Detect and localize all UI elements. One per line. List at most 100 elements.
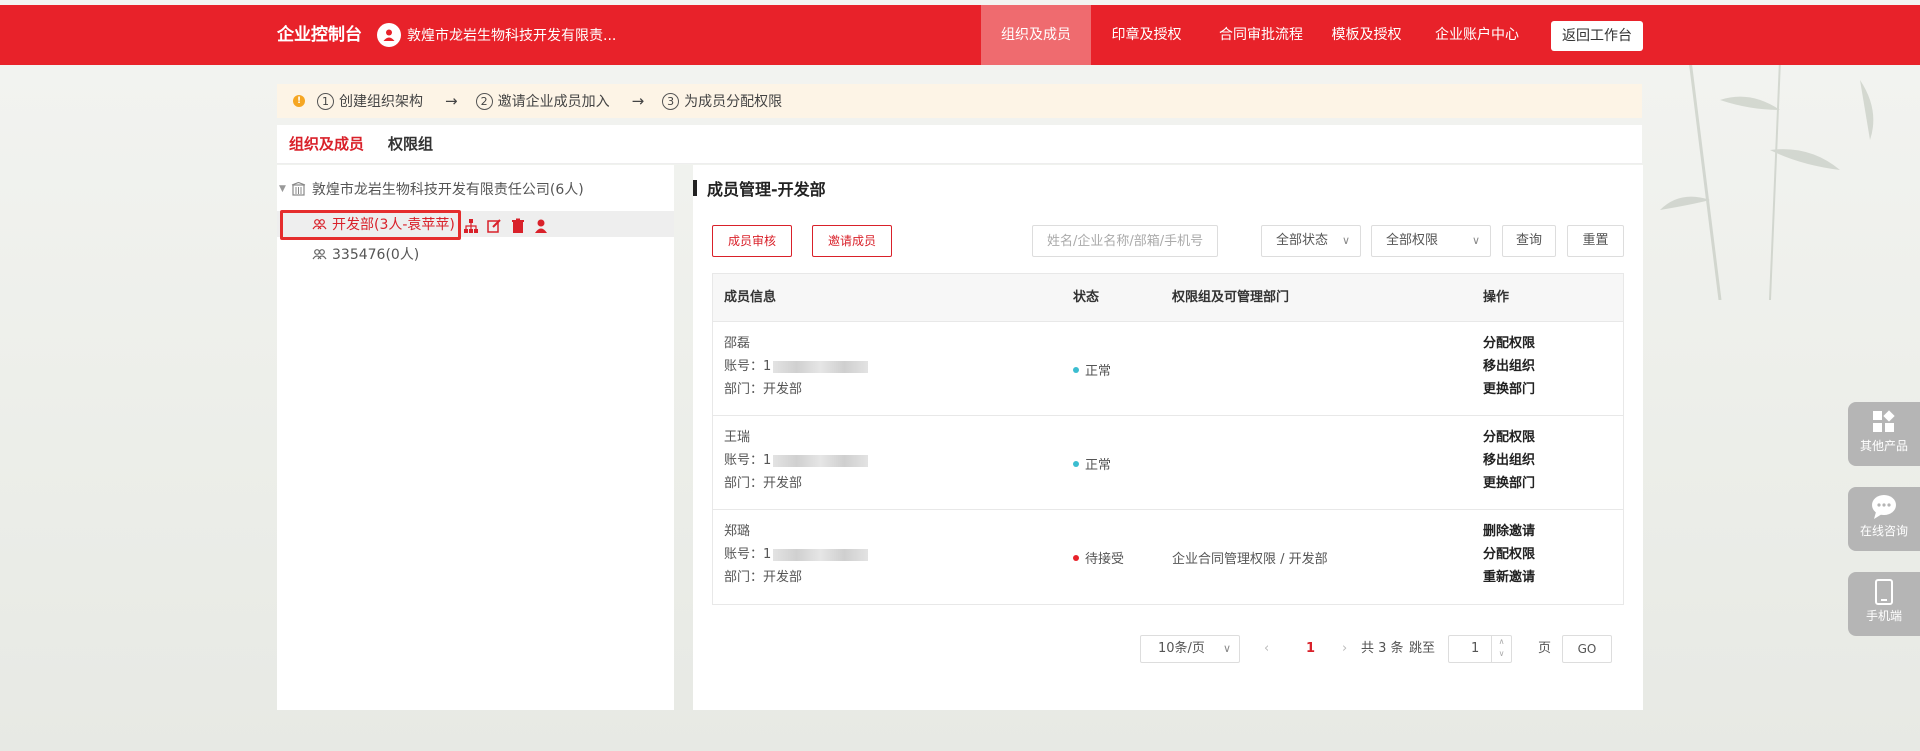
row-action[interactable]: 分配权限 (1483, 335, 1535, 353)
table-row: 邵磊账号：1 部门：开发部 正常 分配权限移出组织更换部门 (713, 322, 1623, 416)
col-status: 状态 (1073, 290, 1100, 305)
chat-icon (1872, 495, 1896, 519)
member-dept: 部门：开发部 (724, 476, 803, 491)
delete-icon[interactable] (510, 218, 526, 234)
company-name: 敦煌市龙岩生物科技开发有限责... (407, 28, 617, 44)
permission-select[interactable]: 全部权限 ∨ (1371, 225, 1491, 257)
query-button[interactable]: 查询 (1502, 225, 1556, 257)
total-count: 共 3 条 (1361, 641, 1404, 656)
status-dot-icon (1073, 460, 1079, 467)
search-input[interactable] (1032, 225, 1218, 257)
row-action[interactable]: 移出组织 (1483, 358, 1535, 376)
status-dot-icon (1073, 554, 1079, 561)
row-action[interactable]: 更换部门 (1483, 475, 1535, 493)
step-1: 1 创建组织架构 (317, 91, 423, 111)
back-to-workbench-button[interactable]: 返回工作台 (1551, 21, 1643, 51)
panel-title: 成员管理-开发部 (693, 177, 826, 199)
nav-org-members[interactable]: 组织及成员 (981, 5, 1091, 65)
member-management-panel: 成员管理-开发部 成员审核 邀请成员 全部状态 ∨ 全部权限 ∨ 查询 重置 成… (693, 165, 1643, 710)
online-consult-button[interactable]: 在线咨询 (1848, 487, 1920, 551)
tree-root-label: 敦煌市龙岩生物科技开发有限责任公司(6人) (311, 182, 584, 198)
invite-member-button[interactable]: 邀请成员 (812, 225, 892, 257)
col-member-info: 成员信息 (724, 290, 777, 305)
brand-title: 企业控制台 (277, 25, 362, 45)
tab-permission-groups[interactable]: 权限组 (388, 125, 433, 164)
arrow-right-icon: → (631, 92, 645, 110)
go-button[interactable]: GO (1562, 635, 1612, 663)
nav-account-center[interactable]: 企业账户中心 (1425, 5, 1529, 65)
row-action[interactable]: 分配权限 (1483, 546, 1535, 564)
highlight-box (280, 210, 461, 240)
page-jump-input[interactable]: 1 ∧ ∨ (1448, 635, 1512, 663)
main-tabs: 组织及成员 权限组 (277, 125, 1642, 164)
prev-page-icon[interactable]: ‹ (1264, 635, 1269, 663)
row-action[interactable]: 分配权限 (1483, 429, 1535, 447)
member-name: 郑璐 (724, 524, 751, 539)
other-products-button[interactable]: 其他产品 (1848, 402, 1920, 466)
tree-node-label: 335476(0人) (332, 247, 420, 263)
tab-org-members[interactable]: 组织及成员 (289, 125, 364, 164)
table-header: 成员信息 状态 权限组及可管理部门 操作 (713, 274, 1623, 322)
row-action[interactable]: 移出组织 (1483, 452, 1535, 470)
org-tree-panel: ▼ 敦煌市龙岩生物科技开发有限责任公司(6人) 开发部(3人-袁苹苹) 3354… (277, 165, 674, 710)
edit-icon[interactable] (486, 218, 502, 234)
step-3: 3 为成员分配权限 (662, 91, 782, 111)
table-row: 郑璐 账号：1 部门：开发部 待接受 企业合同管理权限 / 开发部 删除邀请 分配权限 重新邀… (713, 510, 1623, 604)
title-accent-bar (693, 180, 697, 196)
member-table: 成员信息 状态 权限组及可管理部门 操作 邵磊 账号：1 部门：开发部 正常 分配权限移… (712, 273, 1624, 605)
status-badge: 正常 (1073, 360, 1111, 379)
nav-template-auth[interactable]: 模板及授权 (1325, 5, 1408, 65)
grid-icon (1873, 410, 1895, 432)
masked-account (773, 548, 869, 561)
caret-down-icon[interactable]: ▼ (279, 184, 286, 194)
status-badge: 待接受 (1073, 548, 1124, 567)
col-operations: 操作 (1483, 290, 1510, 305)
arrow-right-icon: → (445, 92, 458, 110)
group-icon (312, 249, 327, 260)
page-unit: 页 (1538, 641, 1552, 656)
reset-button[interactable]: 重置 (1567, 225, 1624, 257)
jump-label: 跳至 (1409, 641, 1436, 656)
col-permissions: 权限组及可管理部门 (1172, 290, 1290, 305)
status-select[interactable]: 全部状态 ∨ (1261, 225, 1361, 257)
tree-root-company[interactable]: ▼ 敦煌市龙岩生物科技开发有限责任公司(6人) (279, 178, 584, 200)
status-badge: 正常 (1073, 454, 1111, 473)
table-body: 邵磊 账号：1 部门：开发部 正常 分配权限 移出组织 更换部门 王瑞 账号：1 部门：开发部 正常… (713, 322, 1623, 604)
top-navbar: 企业控制台 敦煌市龙岩生物科技开发有限责... 组织及成员 印章及授权 合同审批… (0, 5, 1920, 65)
member-account: 账号：1 (724, 452, 869, 470)
building-icon (291, 182, 306, 196)
row-action[interactable]: 删除邀请 (1483, 523, 1535, 541)
member-review-button[interactable]: 成员审核 (712, 225, 792, 257)
status-dot-icon (1073, 366, 1079, 373)
mobile-phone-icon (1875, 579, 1893, 605)
mobile-button[interactable]: 手机端 (1848, 572, 1920, 636)
user-icon[interactable] (533, 218, 549, 234)
stepper-icon[interactable]: ∧ ∨ (1491, 636, 1511, 662)
page-number-current[interactable]: 1 (1306, 635, 1315, 663)
org-chart-icon[interactable] (463, 218, 479, 234)
bamboo-decoration (1660, 60, 1874, 300)
member-name: 邵磊 (724, 336, 751, 351)
masked-account (773, 360, 869, 373)
chevron-down-icon: ∨ (1471, 234, 1480, 247)
member-account: 账号：1 (724, 358, 869, 376)
chevron-down-icon: ∨ (1222, 642, 1231, 655)
guide-steps: ! 1 创建组织架构 → 2 邀请企业成员加入 → 3 为成员分配权限 (277, 84, 1642, 118)
nav-contract-approval[interactable]: 合同审批流程 (1206, 5, 1316, 65)
table-row: 王瑞账号：1 部门：开发部 正常 分配权限移出组织更换部门 (713, 416, 1623, 510)
tree-node-335476[interactable]: 335476(0人) (312, 243, 419, 265)
page-size-select[interactable]: 10条/页 ∨ (1140, 635, 1240, 663)
warning-icon: ! (293, 95, 305, 107)
company-switcher[interactable]: 敦煌市龙岩生物科技开发有限责... (377, 23, 616, 47)
row-action[interactable]: 更换部门 (1483, 381, 1535, 399)
permission-text: 企业合同管理权限 / 开发部 (1172, 552, 1328, 567)
member-dept: 部门：开发部 (724, 382, 803, 397)
step-2: 2 邀请企业成员加入 (475, 91, 610, 111)
next-page-icon[interactable]: › (1342, 635, 1347, 663)
masked-account (773, 454, 869, 467)
nav-seal-auth[interactable]: 印章及授权 (1100, 5, 1193, 65)
chevron-down-icon: ∨ (1341, 234, 1350, 247)
member-name: 王瑞 (724, 430, 751, 445)
row-action[interactable]: 重新邀请 (1483, 569, 1535, 587)
user-avatar-icon (377, 23, 401, 47)
